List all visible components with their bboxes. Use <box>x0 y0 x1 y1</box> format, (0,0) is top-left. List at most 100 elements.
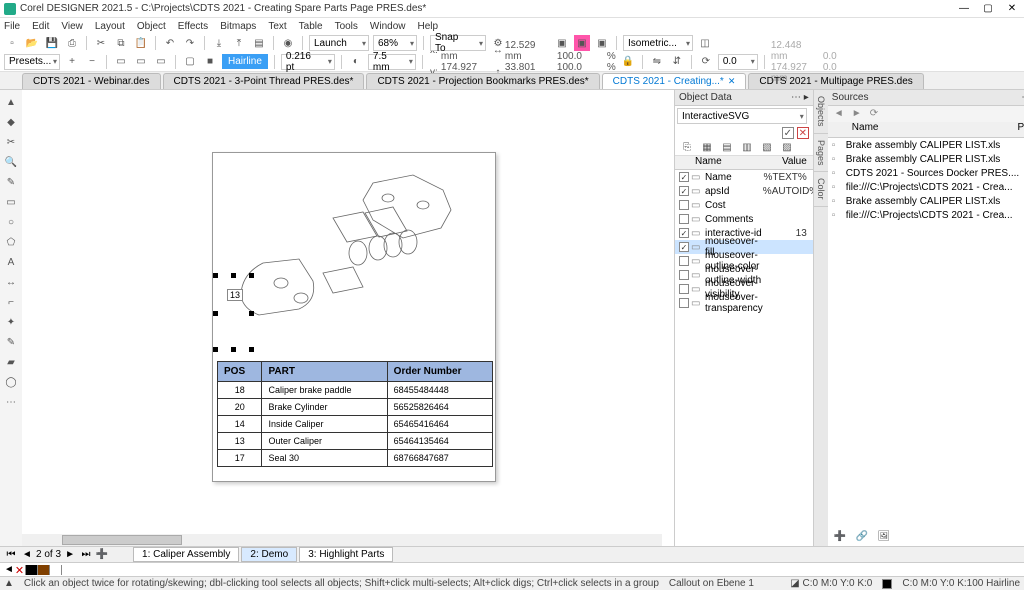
od-row[interactable]: ▭apsId%AUTOID% <box>675 184 813 198</box>
menu-layout[interactable]: Layout <box>95 21 125 32</box>
freehand-tool-icon[interactable]: ✎ <box>3 174 19 190</box>
palette-left-icon[interactable]: ◄ <box>4 564 14 575</box>
menu-tools[interactable]: Tools <box>335 21 358 32</box>
menu-table[interactable]: Table <box>299 21 323 32</box>
doc-tab-active[interactable]: CDTS 2021 - Creating...*✕ <box>602 73 747 89</box>
maximize-button[interactable]: ▢ <box>980 3 996 14</box>
scale-fields[interactable]: 100.0% 100.0% <box>557 51 616 73</box>
canvas[interactable]: 13 POS PART Order Number 18Caliper brake… <box>22 90 674 546</box>
copy-icon[interactable]: ⧉ <box>113 35 129 51</box>
tool-a-icon[interactable]: ▣ <box>554 35 570 51</box>
pick-tool-icon[interactable]: ▲ <box>3 94 19 110</box>
vtab-objects[interactable]: Objects <box>814 90 828 134</box>
checkbox[interactable] <box>679 242 689 252</box>
od-tool-icon[interactable]: ▤ <box>719 140 735 156</box>
presets-dropdown[interactable]: Presets... <box>4 54 60 70</box>
rotation-field[interactable]: 0.0 <box>718 54 758 70</box>
od-tool-icon[interactable]: ▧ <box>759 140 775 156</box>
src-img-icon[interactable]: 🖼 <box>876 528 892 544</box>
checkbox[interactable] <box>679 200 689 210</box>
selection-handles[interactable]: 13 <box>213 273 257 353</box>
source-row[interactable]: ▫Brake assembly CALIPER LIST.xls3 <box>828 194 1024 208</box>
source-row[interactable]: ▫Brake assembly CALIPER LIST.xls2 <box>828 152 1024 166</box>
checkbox[interactable] <box>679 186 689 196</box>
unit-fields[interactable]: 0.0 0.0 <box>823 51 871 73</box>
od-tool-icon[interactable]: ⎘ <box>679 140 695 156</box>
od-row[interactable]: ▭Comments <box>675 212 813 226</box>
redo-icon[interactable]: ↷ <box>182 35 198 51</box>
checkbox[interactable] <box>679 298 689 308</box>
od-tool-icon[interactable]: ▥ <box>739 140 755 156</box>
menu-effects[interactable]: Effects <box>178 21 208 32</box>
fill-solid-icon[interactable]: ■ <box>202 54 218 70</box>
source-row[interactable]: ▫file:///C:\Projects\CDTS 2021 - Crea...… <box>828 180 1024 194</box>
polygon-tool-icon[interactable]: ⬠ <box>3 234 19 250</box>
source-row[interactable]: ▫CDTS 2021 - Sources Docker PRES....2 <box>828 166 1024 180</box>
horizontal-scrollbar[interactable] <box>22 534 662 546</box>
remove-preset-icon[interactable]: − <box>84 54 100 70</box>
src-link-icon[interactable]: 🔗 <box>854 528 870 544</box>
checkbox[interactable] <box>679 284 689 294</box>
color-swatch[interactable] <box>26 565 38 575</box>
menu-file[interactable]: File <box>4 21 20 32</box>
style2-icon[interactable]: ▭ <box>133 54 149 70</box>
style3-icon[interactable]: ▭ <box>153 54 169 70</box>
projection-dropdown[interactable]: Isometric... <box>623 35 693 51</box>
zoom-dropdown[interactable]: 68% <box>373 35 417 51</box>
od-row[interactable]: ▭Cost <box>675 198 813 212</box>
menu-view[interactable]: View <box>61 21 83 32</box>
style1-icon[interactable]: ▭ <box>113 54 129 70</box>
more-tool-icon[interactable]: ⋯ <box>3 394 19 410</box>
snap-toggle-icon[interactable]: ◉ <box>280 35 296 51</box>
source-row[interactable]: ▫file:///C:\Projects\CDTS 2021 - Crea...… <box>828 208 1024 222</box>
outline-tool-icon[interactable]: ◯ <box>3 374 19 390</box>
od-tool-icon[interactable]: ▦ <box>699 140 715 156</box>
ellipse-tool-icon[interactable]: ○ <box>3 214 19 230</box>
checkbox[interactable] <box>679 172 689 182</box>
od-apply-icon[interactable]: ✓ <box>782 127 794 139</box>
import-icon[interactable]: ⤓ <box>211 35 227 51</box>
page-tab-active[interactable]: 2: Demo <box>241 547 297 562</box>
src-add-icon[interactable]: ➕ <box>832 528 848 544</box>
save-icon[interactable]: 💾 <box>44 35 60 51</box>
paste-icon[interactable]: 📋 <box>133 35 149 51</box>
page-prev-icon[interactable]: ◄ <box>20 549 34 560</box>
flip-v-icon[interactable]: ⇵ <box>669 54 685 70</box>
new-icon[interactable]: ▫ <box>4 35 20 51</box>
publish-icon[interactable]: ▤ <box>251 35 267 51</box>
lock-ratio-icon[interactable]: 🔒 <box>620 54 636 70</box>
offset-fields[interactable]: 12.448 mm 174.927 mm <box>771 40 819 84</box>
color-swatch[interactable] <box>50 565 62 575</box>
minimize-button[interactable]: — <box>956 3 972 14</box>
tool-c-icon[interactable]: ▣ <box>594 35 610 51</box>
menu-window[interactable]: Window <box>370 21 406 32</box>
page-add-icon[interactable]: ➕ <box>95 549 109 560</box>
doc-tab[interactable]: CDTS 2021 - Webinar.des <box>22 73 161 89</box>
eyedropper-tool-icon[interactable]: ✎ <box>3 334 19 350</box>
outline-swatch[interactable] <box>882 579 892 589</box>
undo-icon[interactable]: ↶ <box>162 35 178 51</box>
halo-size-field[interactable]: 7.5 mm <box>368 54 416 70</box>
menu-edit[interactable]: Edit <box>32 21 49 32</box>
text-tool-icon[interactable]: A <box>3 254 19 270</box>
proj-tool-icon[interactable]: ◫ <box>697 35 713 51</box>
od-tool-icon[interactable]: ▨ <box>779 140 795 156</box>
menu-object[interactable]: Object <box>137 21 166 32</box>
od-cancel-icon[interactable]: ✕ <box>797 127 809 139</box>
print-icon[interactable]: ⎙ <box>64 35 80 51</box>
checkbox[interactable] <box>679 270 689 280</box>
open-icon[interactable]: 📂 <box>24 35 40 51</box>
page-tab[interactable]: 3: Highlight Parts <box>299 547 393 562</box>
src-refresh-icon[interactable]: ⟳ <box>870 108 882 120</box>
od-row[interactable]: ▭Name%TEXT% <box>675 170 813 184</box>
menu-text[interactable]: Text <box>268 21 286 32</box>
halo-icon[interactable]: ◐ <box>348 54 364 70</box>
export-icon[interactable]: ⤒ <box>231 35 247 51</box>
checkbox[interactable] <box>679 256 689 266</box>
launch-dropdown[interactable]: Launch <box>309 35 369 51</box>
page-next-icon[interactable]: ► <box>63 549 77 560</box>
crop-tool-icon[interactable]: ✂ <box>3 134 19 150</box>
od-row[interactable]: ▭mouseover-transparency <box>675 296 813 310</box>
fill-tool-icon[interactable]: ▰ <box>3 354 19 370</box>
menu-help[interactable]: Help <box>418 21 439 32</box>
